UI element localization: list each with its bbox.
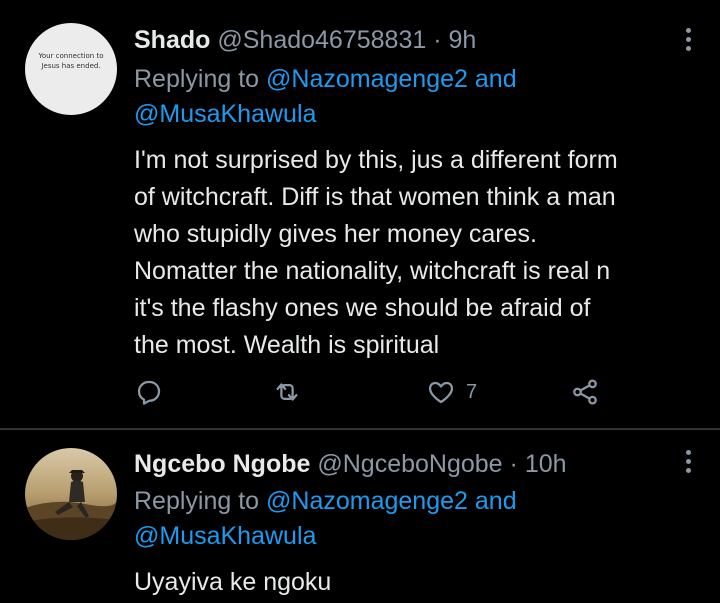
replying-to: Replying to @Nazomagenge2 and @MusaKhawu… bbox=[134, 484, 517, 554]
tweet[interactable]: Ngcebo Ngobe @NgceboNgobe · 10h Replying… bbox=[0, 430, 720, 603]
handle[interactable]: @NgceboNgobe bbox=[317, 450, 502, 478]
tweet-text-line: Uyayiva ke ngoku bbox=[134, 568, 332, 596]
tweet-text: I'm not surprised by this, jus a differe… bbox=[134, 142, 618, 364]
reply-user-link[interactable]: @Nazomagenge2 bbox=[266, 487, 468, 515]
reply-button[interactable] bbox=[134, 374, 164, 410]
tweet-text-line: I'm not surprised by this, jus a differe… bbox=[134, 146, 618, 174]
heart-icon bbox=[428, 381, 454, 404]
separator: · bbox=[509, 450, 518, 478]
reply-user-link[interactable]: @MusaKhawula bbox=[134, 522, 316, 550]
more-icon[interactable] bbox=[686, 450, 692, 477]
timestamp[interactable]: 10h bbox=[525, 450, 567, 478]
avatar-photo bbox=[25, 448, 117, 540]
reply-user-link[interactable]: @MusaKhawula bbox=[134, 100, 316, 128]
tweet-text: Uyayiva ke ngoku bbox=[134, 564, 331, 601]
like-count: 7 bbox=[466, 380, 478, 403]
tweet-header: Ngcebo Ngobe @NgceboNgobe · 10h bbox=[134, 450, 567, 479]
reply-and: and bbox=[474, 65, 517, 93]
share-icon bbox=[573, 379, 597, 405]
avatar-text: Your connection to Jesus has ended. bbox=[38, 52, 104, 70]
tweet-text-line: Nomatter the nationality, witchcraft is … bbox=[134, 257, 611, 285]
display-name[interactable]: Shado bbox=[134, 26, 210, 54]
more-icon[interactable] bbox=[686, 28, 692, 55]
tweet-text-line: who stupidly gives her money cares. bbox=[134, 220, 537, 248]
tweet[interactable]: Your connection to Jesus has ended. Shad… bbox=[0, 0, 720, 430]
timestamp[interactable]: 9h bbox=[449, 26, 477, 54]
replying-prefix: Replying to bbox=[134, 487, 260, 515]
avatar[interactable]: Your connection to Jesus has ended. bbox=[25, 23, 117, 115]
like-button[interactable]: 7 bbox=[426, 374, 477, 410]
tweet-text-line: it's the flashy ones we should be afraid… bbox=[134, 294, 591, 322]
replying-prefix: Replying to bbox=[134, 65, 260, 93]
tweet-text-line: of witchcraft. Diff is that women think … bbox=[134, 183, 616, 211]
retweet-icon bbox=[276, 383, 298, 401]
retweet-button[interactable] bbox=[272, 374, 302, 410]
handle[interactable]: @Shado46758831 bbox=[217, 26, 426, 54]
reply-user-link[interactable]: @Nazomagenge2 bbox=[266, 65, 468, 93]
separator: · bbox=[433, 26, 442, 54]
display-name[interactable]: Ngcebo Ngobe bbox=[134, 450, 310, 478]
tweet-header: Shado @Shado46758831 · 9h bbox=[134, 26, 476, 55]
avatar[interactable] bbox=[25, 448, 117, 540]
tweet-text-line: the most. Wealth is spiritual bbox=[134, 331, 440, 359]
share-button[interactable] bbox=[570, 374, 600, 410]
reply-icon bbox=[137, 380, 161, 405]
reply-and: and bbox=[474, 487, 517, 515]
action-bar: 7 bbox=[134, 374, 614, 410]
replying-to: Replying to @Nazomagenge2 and @MusaKhawu… bbox=[134, 62, 517, 132]
